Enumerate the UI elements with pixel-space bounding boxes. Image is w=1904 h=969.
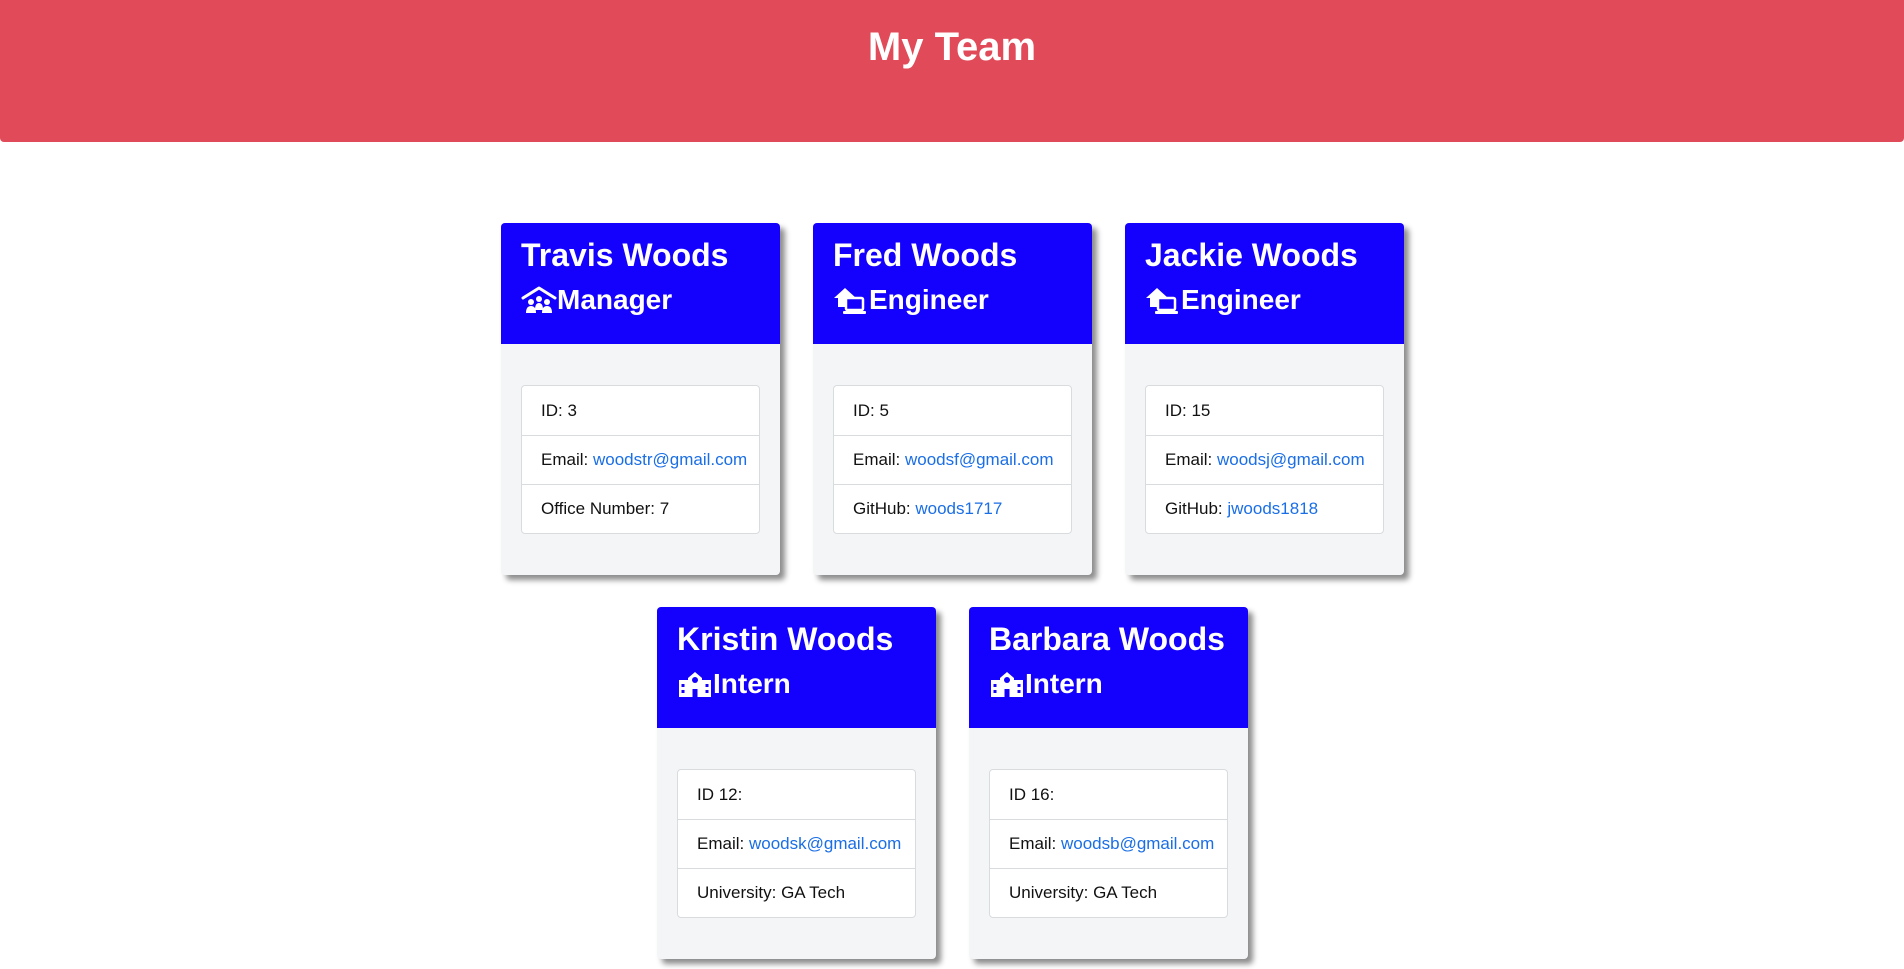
employee-email: Email: woodstr@gmail.com: [522, 435, 759, 484]
github-link[interactable]: jwoods1818: [1227, 499, 1318, 519]
employee-role: Engineer: [1145, 283, 1384, 317]
email-link[interactable]: woodsj@gmail.com: [1217, 450, 1365, 470]
employee-details: ID: 3 Email: woodstr@gmail.com Office Nu…: [521, 385, 760, 534]
card-body: ID: 15 Email: woodsj@gmail.com GitHub: j…: [1125, 344, 1404, 534]
id-text: ID: 3: [541, 400, 577, 420]
employee-id: ID 16:: [990, 770, 1227, 819]
email-link[interactable]: woodstr@gmail.com: [593, 450, 747, 470]
employee-id: ID: 15: [1146, 386, 1383, 435]
employee-role: Manager: [521, 283, 760, 317]
employee-role: Intern: [989, 667, 1228, 701]
role-label: Intern: [713, 668, 791, 699]
university: University: GA Tech: [678, 868, 915, 917]
card-header: Kristin Woods Intern: [657, 607, 936, 728]
role-label: Intern: [1025, 668, 1103, 699]
card-header: Barbara Woods Intern: [969, 607, 1248, 728]
card-header: Travis Woods Manager: [501, 223, 780, 344]
employee-name: Barbara Woods: [989, 621, 1225, 657]
email-label: Email:: [1165, 450, 1213, 469]
card-body: ID 16: Email: woodsb@gmail.com Universit…: [969, 728, 1248, 918]
employee-card-manager: Travis Woods Manager ID: 3 Email: woodst…: [501, 223, 780, 575]
employee-id: ID: 3: [522, 386, 759, 435]
card-header: Jackie Woods Engineer: [1125, 223, 1404, 344]
employee-details: ID: 5 Email: woodsf@gmail.com GitHub: wo…: [833, 385, 1072, 534]
card-body: ID: 3 Email: woodstr@gmail.com Office Nu…: [501, 344, 780, 534]
role-label: Engineer: [1181, 284, 1301, 315]
employee-name: Fred Woods: [833, 237, 1018, 273]
id-text: ID: 15: [1165, 400, 1211, 420]
university-text: University: GA Tech: [697, 883, 846, 902]
email-label: Email:: [541, 450, 589, 469]
email-label: Email:: [853, 450, 901, 469]
github-link[interactable]: woods1717: [915, 499, 1002, 519]
id-text: ID 16:: [1009, 784, 1055, 804]
office-number: Office Number: 7: [522, 484, 759, 533]
employee-id: ID 12:: [678, 770, 915, 819]
employee-email: Email: woodsk@gmail.com: [678, 819, 915, 868]
employee-card-intern: Kristin Woods Intern ID 12: Email: woods…: [657, 607, 936, 959]
engineer-icon: [1145, 285, 1181, 315]
email-link[interactable]: woodsk@gmail.com: [749, 834, 901, 854]
employee-details: ID: 15 Email: woodsj@gmail.com GitHub: j…: [1145, 385, 1384, 534]
role-label: Engineer: [869, 284, 989, 315]
card-body: ID: 5 Email: woodsf@gmail.com GitHub: wo…: [813, 344, 1092, 534]
school-icon: [989, 669, 1025, 699]
github-label: GitHub:: [1165, 499, 1223, 518]
engineer-icon: [833, 285, 869, 315]
github: GitHub: jwoods1818: [1146, 484, 1383, 533]
card-header: Fred Woods Engineer: [813, 223, 1092, 344]
role-label: Manager: [557, 284, 673, 315]
employee-name: Jackie Woods: [1145, 237, 1358, 273]
email-link[interactable]: woodsb@gmail.com: [1061, 834, 1214, 854]
github-label: GitHub:: [853, 499, 911, 518]
id-text: ID 12:: [697, 784, 743, 804]
email-link[interactable]: woodsf@gmail.com: [905, 450, 1054, 470]
employee-email: Email: woodsf@gmail.com: [834, 435, 1071, 484]
employee-details: ID 16: Email: woodsb@gmail.com Universit…: [989, 769, 1228, 918]
office-number-text: Office Number: 7: [541, 499, 670, 518]
id-text: ID: 5: [853, 400, 889, 420]
employee-details: ID 12: Email: woodsk@gmail.com Universit…: [677, 769, 916, 918]
employee-card-intern: Barbara Woods Intern ID 16: Email: woods…: [969, 607, 1248, 959]
card-body: ID 12: Email: woodsk@gmail.com Universit…: [657, 728, 936, 918]
employee-name: Kristin Woods: [677, 621, 894, 657]
employee-id: ID: 5: [834, 386, 1071, 435]
page-header: My Team: [0, 0, 1904, 142]
employee-card-engineer: Fred Woods Engineer ID: 5 Email: woodsf@…: [813, 223, 1092, 575]
email-label: Email:: [697, 834, 745, 853]
email-label: Email:: [1009, 834, 1057, 853]
github: GitHub: woods1717: [834, 484, 1071, 533]
university: University: GA Tech: [990, 868, 1227, 917]
university-text: University: GA Tech: [1009, 883, 1158, 902]
employee-card-engineer: Jackie Woods Engineer ID: 15 Email: wood…: [1125, 223, 1404, 575]
employee-name: Travis Woods: [521, 237, 729, 273]
employee-email: Email: woodsb@gmail.com: [990, 819, 1227, 868]
employee-role: Engineer: [833, 283, 1072, 317]
employee-email: Email: woodsj@gmail.com: [1146, 435, 1383, 484]
manager-icon: [521, 285, 557, 315]
page-title: My Team: [867, 25, 1037, 69]
school-icon: [677, 669, 713, 699]
employee-role: Intern: [677, 667, 916, 701]
